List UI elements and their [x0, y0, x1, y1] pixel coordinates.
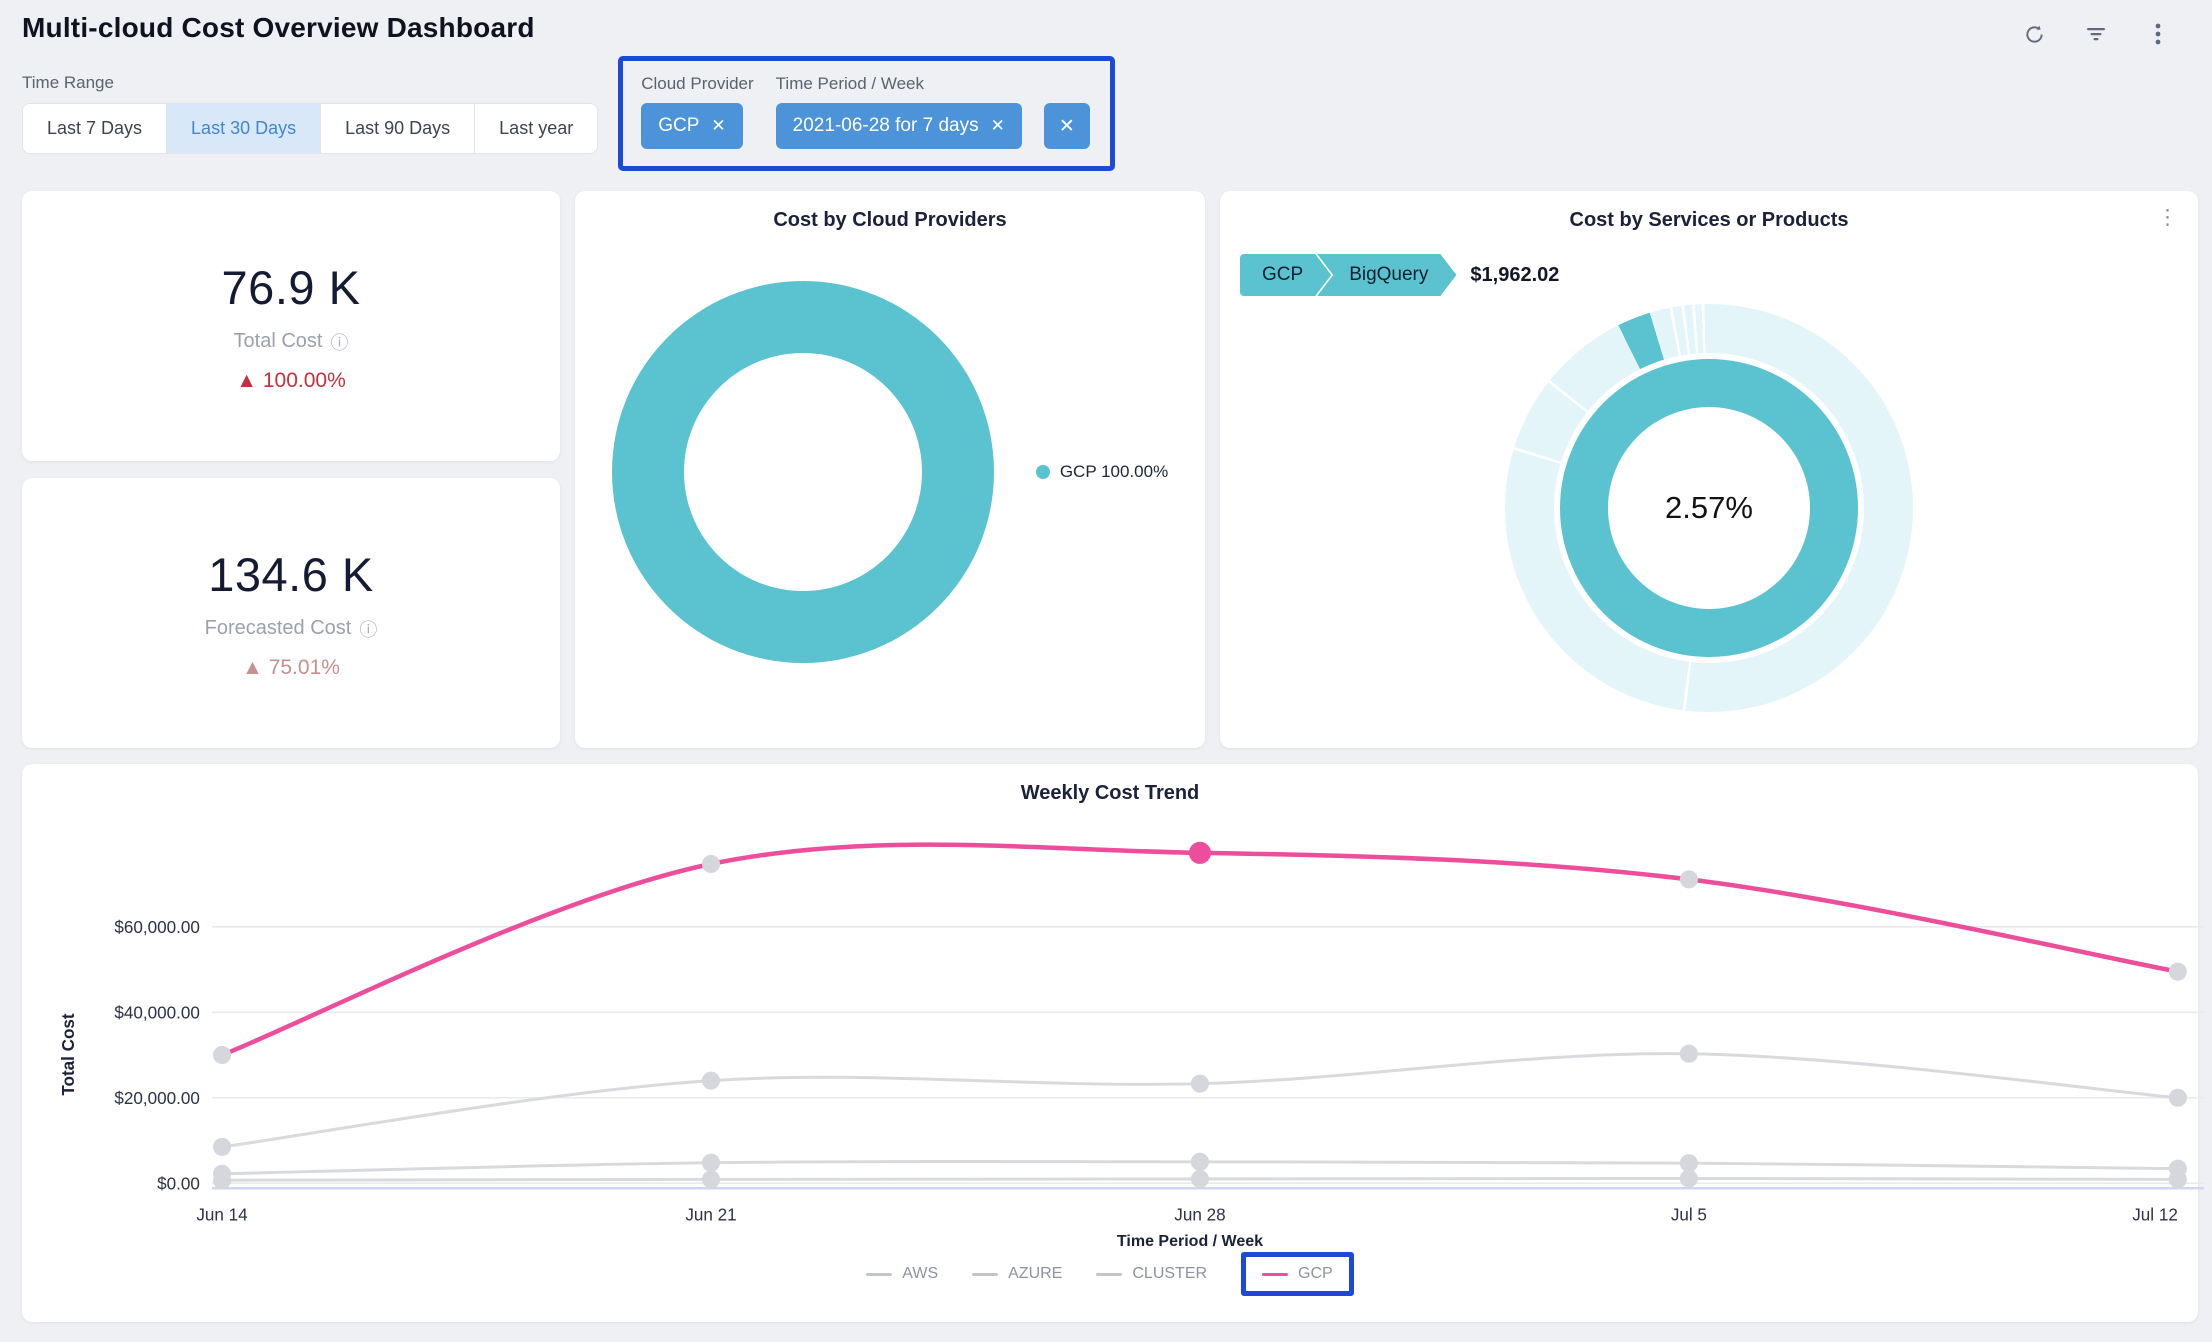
triangle-up-icon: ▲ [236, 369, 257, 392]
cost-by-services-card: Cost by Services or Products ⋮ GCP BigQu… [1220, 191, 2198, 748]
filter-row: Time Range Last 7 Days Last 30 Days Last… [22, 56, 2198, 171]
legend-label: AZURE [1008, 1265, 1062, 1283]
gcp-legend-annotation-box: GCP [1241, 1252, 1354, 1296]
aws-line-swatch-icon [866, 1273, 892, 1276]
time-period-filter-label: Time Period / Week [776, 74, 1022, 94]
cluster-line-swatch-icon [1096, 1273, 1122, 1276]
forecasted-cost-delta: ▲ 75.01% [242, 656, 340, 680]
delta-value: 75.01% [269, 656, 340, 679]
legend-dot-icon [1036, 465, 1050, 479]
trend-xaxis-title: Time Period / Week [196, 1233, 2184, 1251]
total-cost-label: Total Cost [234, 330, 323, 353]
svg-text:Jul 5: Jul 5 [1671, 1205, 1707, 1224]
legend-label: AWS [902, 1265, 938, 1283]
svg-text:Jul 12: Jul 12 [2132, 1205, 2178, 1224]
forecasted-cost-label-row: Forecasted Cost ⓘ [205, 616, 378, 642]
triangle-up-icon: ▲ [242, 656, 263, 679]
refresh-icon[interactable] [2022, 22, 2046, 46]
time-range-segmented-control: Last 7 Days Last 30 Days Last 90 Days La… [22, 103, 598, 154]
time-period-filter-chip[interactable]: 2021-06-28 for 7 days ✕ [776, 103, 1022, 149]
providers-chart-title: Cost by Cloud Providers [575, 191, 1205, 232]
providers-donut-chart[interactable] [612, 281, 994, 663]
time-range-group: Time Range Last 7 Days Last 30 Days Last… [22, 73, 598, 154]
breadcrumb-cost-amount: $1,962.02 [1470, 264, 1559, 287]
cloud-provider-filter-chip[interactable]: GCP ✕ [641, 103, 742, 149]
breadcrumb-item-bigquery[interactable]: BigQuery [1317, 254, 1456, 296]
legend-item-aws[interactable]: AWS [866, 1265, 938, 1283]
cost-by-providers-card: Cost by Cloud Providers GCP 100.00% [575, 191, 1205, 748]
dashboard-page: Multi-cloud Cost Overview Dashboard [0, 0, 2212, 1334]
services-breadcrumb: GCP BigQuery $1,962.02 [1240, 254, 2198, 296]
services-sunburst-chart[interactable]: 2.57% [1505, 304, 1913, 712]
providers-legend-item[interactable]: GCP 100.00% [1036, 462, 1168, 482]
time-range-label: Time Range [22, 73, 598, 93]
applied-filters-annotation-box: Cloud Provider GCP ✕ Time Period / Week … [618, 56, 1115, 171]
providers-legend-label: GCP 100.00% [1060, 462, 1168, 482]
chip-remove-icon[interactable]: ✕ [711, 116, 725, 136]
chip-value: 2021-06-28 for 7 days [793, 115, 979, 137]
providers-chart-body: GCP 100.00% [575, 232, 1205, 712]
svg-text:Jun 14: Jun 14 [196, 1205, 247, 1224]
filter-group-time-period: Time Period / Week 2021-06-28 for 7 days… [776, 74, 1022, 149]
trend-legend: AWS AZURE CLUSTER GCP [36, 1265, 2184, 1283]
svg-text:$40,000.00: $40,000.00 [114, 1003, 199, 1022]
total-cost-kpi-card: 76.9 K Total Cost ⓘ ▲ 100.00% [22, 191, 560, 461]
legend-label: GCP [1298, 1265, 1333, 1283]
card-kebab-menu-icon[interactable]: ⋮ [2157, 207, 2178, 228]
svg-text:$60,000.00: $60,000.00 [114, 918, 199, 937]
total-cost-delta: ▲ 100.00% [236, 369, 346, 393]
time-range-option-last-30-days[interactable]: Last 30 Days [167, 104, 321, 153]
gcp-line-swatch-icon [1262, 1273, 1288, 1276]
legend-item-gcp[interactable]: GCP [1262, 1265, 1333, 1283]
forecasted-cost-value: 134.6 K [208, 547, 374, 602]
info-icon[interactable]: ⓘ [359, 616, 377, 642]
svg-text:Total Cost: Total Cost [59, 1013, 78, 1096]
weekly-cost-trend-card: Weekly Cost Trend $0.00$20,000.00$40,000… [22, 764, 2198, 1322]
time-range-option-last-7-days[interactable]: Last 7 Days [23, 104, 167, 153]
svg-text:Jun 28: Jun 28 [1174, 1205, 1225, 1224]
sunburst-center-percentage: 2.57% [1665, 490, 1753, 526]
chip-remove-icon[interactable]: ✕ [991, 116, 1005, 136]
time-range-option-last-year[interactable]: Last year [475, 104, 597, 153]
filter-icon[interactable] [2084, 22, 2108, 46]
page-title: Multi-cloud Cost Overview Dashboard [22, 12, 535, 44]
info-icon[interactable]: ⓘ [330, 329, 348, 355]
total-cost-label-row: Total Cost ⓘ [234, 329, 349, 355]
trend-line-chart[interactable]: $0.00 $20,000.00 $40,000.00 $60,000.00 Total… [36, 781, 2204, 1231]
kebab-menu-icon[interactable] [2146, 22, 2170, 46]
filter-group-cloud-provider: Cloud Provider GCP ✕ [641, 74, 753, 149]
svg-text:$0.00: $0.00 [157, 1174, 200, 1193]
clear-filters-button[interactable]: ✕ [1044, 103, 1090, 149]
forecasted-cost-label: Forecasted Cost [205, 617, 352, 640]
delta-value: 100.00% [263, 369, 346, 392]
legend-label: CLUSTER [1132, 1265, 1207, 1283]
breadcrumb-item-gcp[interactable]: GCP [1240, 254, 1331, 296]
svg-text:$20,000.00: $20,000.00 [114, 1089, 199, 1108]
sunburst-center: 2.57% [1608, 407, 1810, 609]
total-cost-value: 76.9 K [222, 260, 361, 315]
chip-value: GCP [658, 115, 699, 137]
time-range-option-last-90-days[interactable]: Last 90 Days [321, 104, 475, 153]
cloud-provider-filter-label: Cloud Provider [641, 74, 753, 94]
legend-item-cluster[interactable]: CLUSTER [1096, 1265, 1207, 1283]
services-sunburst-wrap: 2.57% [1220, 304, 2198, 712]
header: Multi-cloud Cost Overview Dashboard [22, 8, 2198, 46]
legend-item-azure[interactable]: AZURE [972, 1265, 1062, 1283]
header-actions [2022, 12, 2198, 46]
services-chart-title: Cost by Services or Products [1220, 191, 2198, 232]
cards-grid: 76.9 K Total Cost ⓘ ▲ 100.00% 134.6 K Fo… [22, 191, 2198, 748]
forecasted-cost-kpi-card: 134.6 K Forecasted Cost ⓘ ▲ 75.01% [22, 478, 560, 748]
svg-text:Jun 21: Jun 21 [685, 1205, 736, 1224]
azure-line-swatch-icon [972, 1273, 998, 1276]
